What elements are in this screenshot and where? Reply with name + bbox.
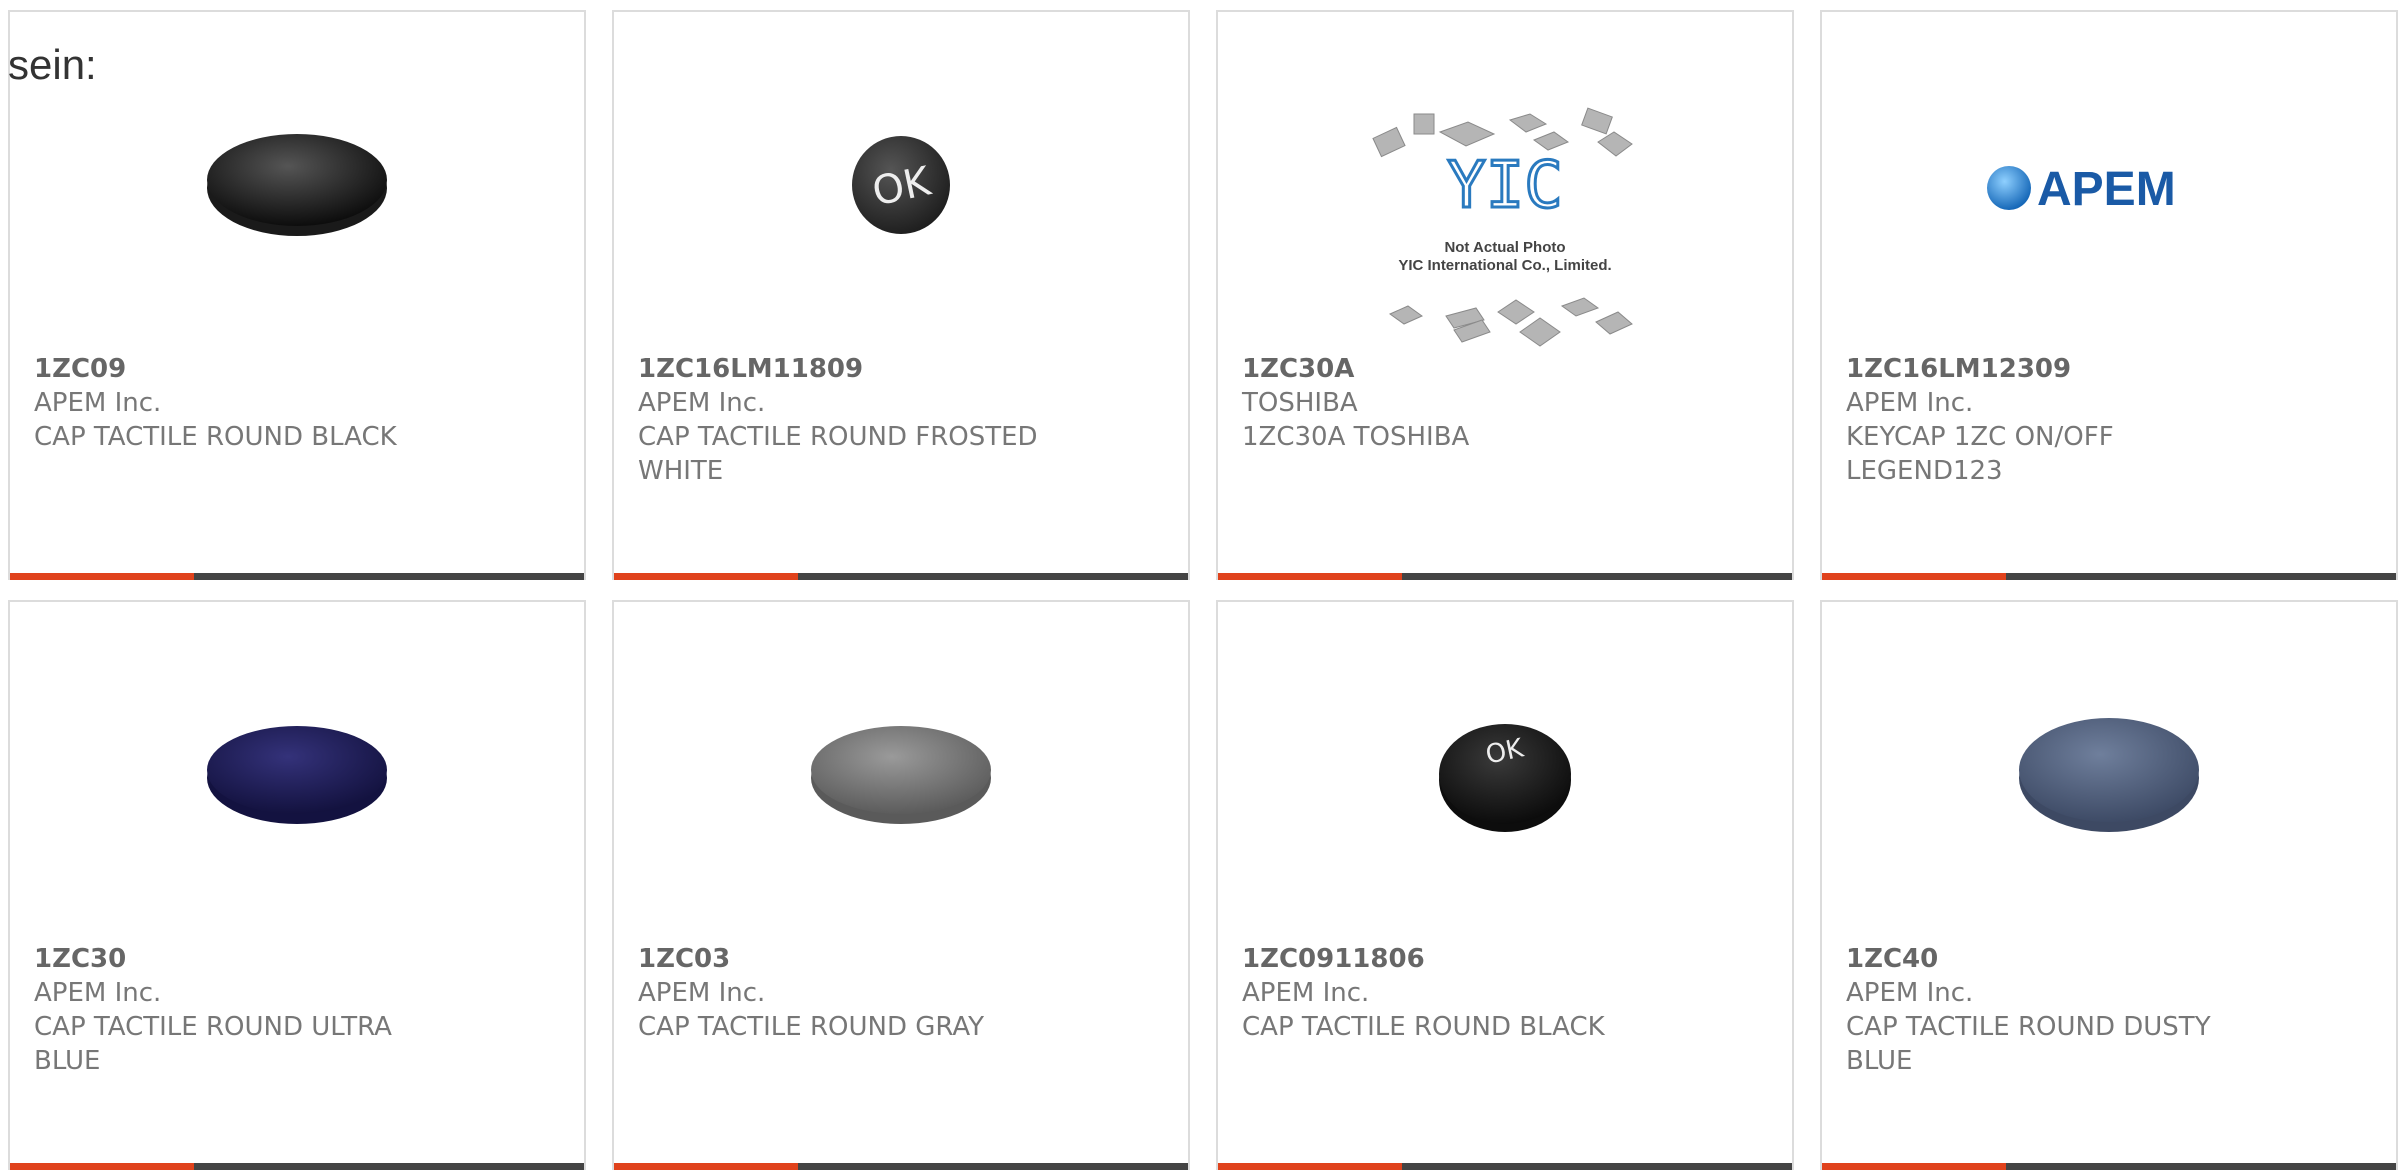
manufacturer: APEM Inc. (1242, 978, 1370, 1008)
product-image[interactable] (196, 84, 398, 286)
yic-logo: YIC (1447, 149, 1563, 223)
product-grid: 1ZC09 APEM Inc. CAP TACTILE ROUND BLACK … (8, 10, 2398, 1170)
apem-logo-text: APEM (2037, 163, 2176, 216)
description: CAP TACTILE ROUND FROSTED WHITE (638, 422, 1038, 486)
part-number[interactable]: 1ZC40 (1846, 942, 2376, 976)
black-round-cap-icon (207, 134, 387, 236)
description: CAP TACTILE ROUND BLACK (1242, 1012, 1605, 1042)
product-image[interactable]: OK (800, 84, 1002, 286)
product-info: 1ZC30 APEM Inc. CAP TACTILE ROUND ULTRA … (34, 942, 564, 1078)
product-image[interactable] (800, 674, 1002, 876)
card-bar (10, 573, 584, 580)
description: CAP TACTILE ROUND GRAY (638, 1012, 985, 1042)
product-info: 1ZC40 APEM Inc. CAP TACTILE ROUND DUSTY … (1846, 942, 2376, 1078)
part-number[interactable]: 1ZC16LM12309 (1846, 352, 2376, 386)
product-info: 1ZC16LM11809 APEM Inc. CAP TACTILE ROUND… (638, 352, 1168, 488)
gray-round-cap-icon (811, 726, 991, 824)
part-number[interactable]: 1ZC0911806 (1242, 942, 1772, 976)
manufacturer: APEM Inc. (638, 978, 766, 1008)
apem-logo-icon: APEM (1987, 163, 2176, 216)
card-bar-accent (614, 573, 798, 580)
product-image[interactable]: OK (1404, 674, 1606, 876)
part-number[interactable]: 1ZC30A (1242, 352, 1772, 386)
manufacturer: APEM Inc. (34, 388, 162, 418)
page-heading: sein: (8, 41, 97, 88)
product-card[interactable]: 1ZC30 APEM Inc. CAP TACTILE ROUND ULTRA … (8, 600, 586, 1170)
product-image[interactable]: APEM (1979, 84, 2239, 286)
manufacturer: APEM Inc. (1846, 388, 1974, 418)
product-card[interactable]: OK 1ZC16LM11809 APEM Inc. CAP TACTILE RO… (612, 10, 1190, 580)
product-card[interactable]: OK 1ZC0911806 APEM Inc. CAP TACTILE ROUN… (1216, 600, 1794, 1170)
card-bar-accent (1822, 573, 2006, 580)
product-info: 1ZC30A TOSHIBA 1ZC30A TOSHIBA (1242, 352, 1772, 454)
card-bar (1822, 573, 2396, 580)
description: 1ZC30A TOSHIBA (1242, 422, 1470, 452)
product-info: 1ZC09 APEM Inc. CAP TACTILE ROUND BLACK (34, 352, 564, 454)
part-number[interactable]: 1ZC30 (34, 942, 564, 976)
part-number[interactable]: 1ZC03 (638, 942, 1168, 976)
dusty-blue-round-cap-icon (2019, 718, 2199, 832)
description: CAP TACTILE ROUND BLACK (34, 422, 397, 452)
manufacturer: TOSHIBA (1242, 388, 1358, 418)
card-bar-accent (10, 573, 194, 580)
manufacturer: APEM Inc. (638, 388, 766, 418)
product-info: 1ZC16LM12309 APEM Inc. KEYCAP 1ZC ON/OFF… (1846, 352, 2376, 488)
manufacturer: APEM Inc. (1846, 978, 1974, 1008)
product-card[interactable]: 1ZC03 APEM Inc. CAP TACTILE ROUND GRAY (612, 600, 1190, 1170)
product-card[interactable]: APEM 1ZC16LM12309 APEM Inc. KEYCAP 1ZC O… (1820, 10, 2398, 580)
placeholder-line-2: YIC International Co., Limited. (1398, 257, 1611, 274)
ultra-blue-round-cap-icon (207, 726, 387, 824)
product-card[interactable]: YIC Not Actual Photo YIC International C… (1216, 10, 1794, 580)
product-card[interactable]: 1ZC40 APEM Inc. CAP TACTILE ROUND DUSTY … (1820, 600, 2398, 1170)
placeholder-line-1: Not Actual Photo (1444, 239, 1565, 256)
card-bar-accent (1218, 573, 1402, 580)
product-image[interactable]: YIC Not Actual Photo YIC International C… (1370, 102, 1640, 352)
placeholder-photo-icon: YIC Not Actual Photo YIC International C… (1372, 107, 1633, 347)
product-image[interactable] (2008, 674, 2210, 876)
product-info: 1ZC0911806 APEM Inc. CAP TACTILE ROUND B… (1242, 942, 1772, 1044)
manufacturer: APEM Inc. (34, 978, 162, 1008)
part-number[interactable]: 1ZC16LM11809 (638, 352, 1168, 386)
card-bar (614, 573, 1188, 580)
product-image[interactable] (196, 674, 398, 876)
description: CAP TACTILE ROUND DUSTY BLUE (1846, 1012, 2211, 1076)
description: KEYCAP 1ZC ON/OFF LEGEND123 (1846, 422, 2114, 486)
card-bar (1218, 573, 1792, 580)
product-card[interactable]: 1ZC09 APEM Inc. CAP TACTILE ROUND BLACK (8, 10, 586, 580)
part-number[interactable]: 1ZC09 (34, 352, 564, 386)
description: CAP TACTILE ROUND ULTRA BLUE (34, 1012, 392, 1076)
ok-legend-cap-icon: OK (1439, 724, 1571, 832)
product-info: 1ZC03 APEM Inc. CAP TACTILE ROUND GRAY (638, 942, 1168, 1044)
ok-legend-cap-icon: OK (852, 136, 950, 234)
